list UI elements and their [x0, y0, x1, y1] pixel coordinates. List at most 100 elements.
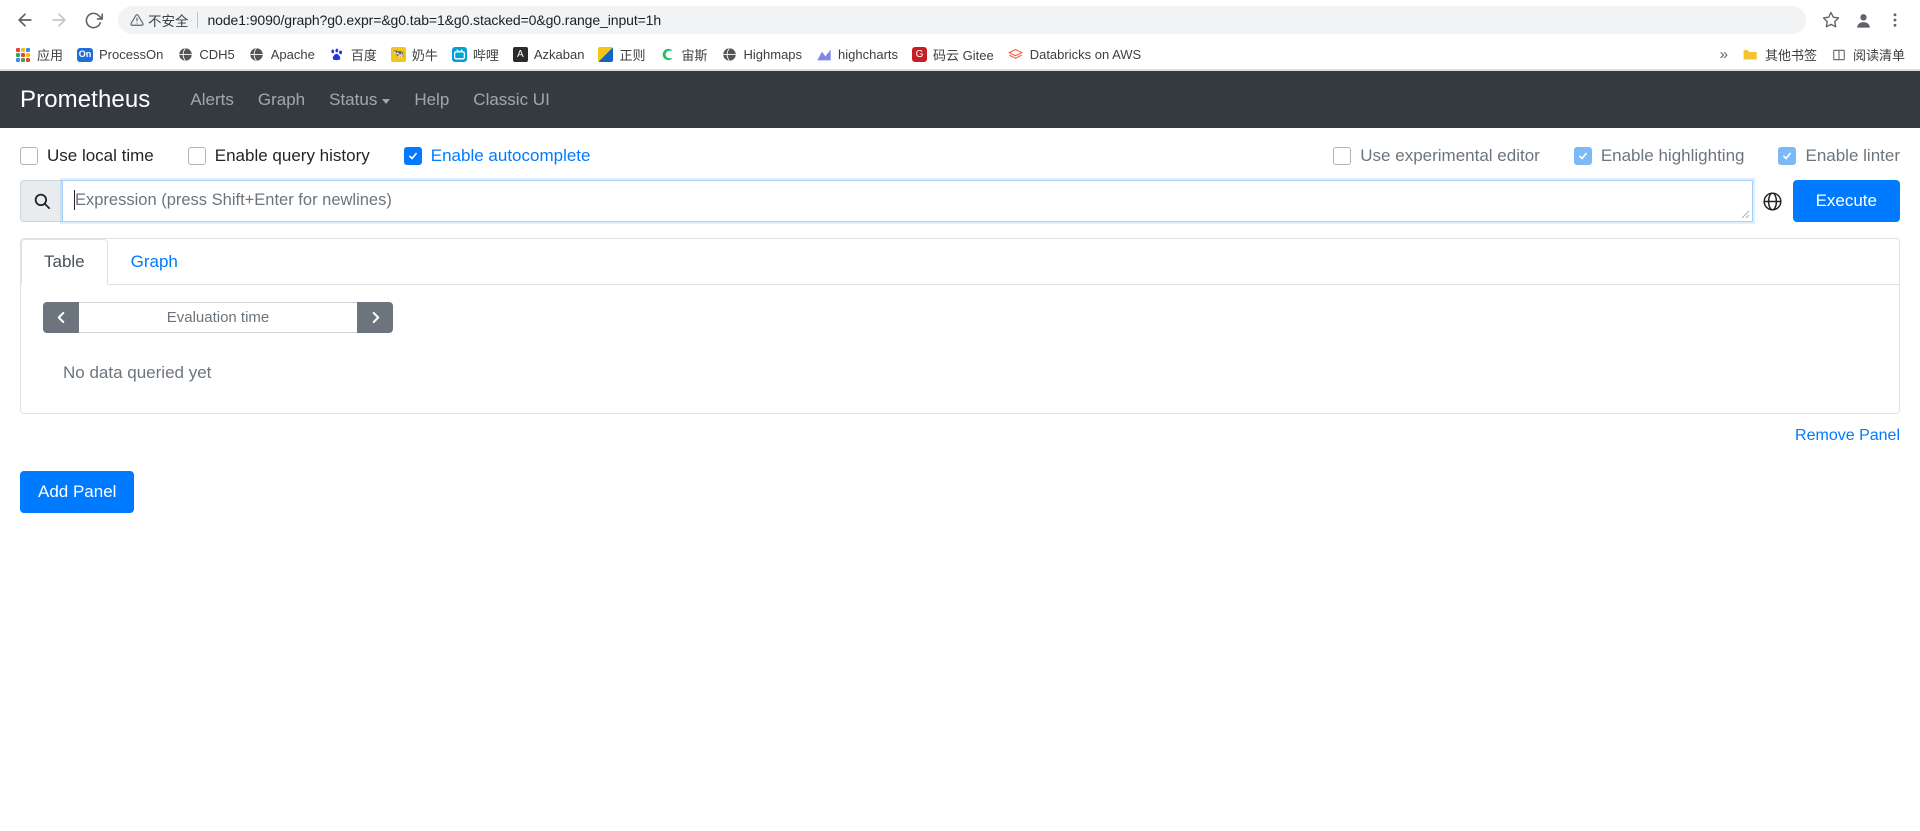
bookmark-processon[interactable]: On ProcessOn	[70, 44, 170, 65]
bookmark-highmaps[interactable]: Highmaps	[715, 44, 810, 66]
checkbox-enable-autocomplete[interactable]	[403, 147, 422, 165]
bookmark-niuniu[interactable]: 🐄 奶牛	[384, 42, 445, 67]
back-button[interactable]	[10, 5, 40, 35]
bookmark-label: 其他书签	[1764, 48, 1817, 63]
reload-button[interactable]	[78, 5, 108, 35]
omnibox-divider	[196, 12, 198, 28]
address-bar[interactable]: 不安全 node1:9090/graph?g0.expr=&g0.tab=1&g…	[118, 6, 1806, 34]
bookmark-cdh5[interactable]: CDH5	[170, 44, 241, 66]
nav-label: Help	[414, 89, 450, 109]
bookmark-reading-list[interactable]: 阅读清单	[1824, 42, 1912, 67]
bookmark-bilibili[interactable]: 哔哩	[445, 42, 506, 67]
checkbox-enable-linter[interactable]	[1778, 147, 1797, 165]
option-label: Use experimental editor	[1360, 146, 1540, 165]
option-enable-highlighting[interactable]: Enable highlighting	[1573, 146, 1744, 166]
bookmark-other-bookmarks[interactable]: 其他书签	[1736, 42, 1824, 67]
expression-input[interactable]: Expression (press Shift+Enter for newlin…	[62, 180, 1753, 222]
execute-button[interactable]: Execute	[1792, 180, 1900, 222]
nav-label: Status	[329, 89, 378, 109]
bookmark-apache[interactable]: Apache	[242, 44, 322, 66]
query-options-right-group: Use experimental editor Enable highlight…	[1333, 146, 1900, 166]
globe-icon	[722, 47, 738, 63]
three-dot-menu-icon	[1893, 13, 1897, 27]
query-panel: Table Graph Evaluation time No data quer…	[20, 238, 1900, 414]
bookmark-baidu[interactable]: 百度	[322, 42, 384, 67]
bookmark-regex[interactable]: 正则	[591, 42, 652, 67]
checkbox-use-experimental-editor[interactable]	[1333, 147, 1352, 165]
option-label: Enable query history	[214, 146, 370, 165]
bookmark-label: CDH5	[199, 47, 235, 62]
bookmark-apps[interactable]: 应用	[8, 42, 70, 67]
page-content: Use local time Enable query history Enab…	[0, 128, 1920, 513]
bookmark-label: Azkaban	[533, 47, 585, 62]
panel-body: Evaluation time No data queried yet	[21, 284, 1899, 413]
back-arrow-icon	[18, 13, 32, 27]
option-enable-linter[interactable]: Enable linter	[1778, 146, 1900, 166]
checkbox-enable-highlighting[interactable]	[1573, 147, 1592, 165]
bookmark-label: Apache	[270, 47, 315, 62]
forward-button[interactable]	[44, 5, 74, 35]
nav-alerts[interactable]: Alerts	[178, 84, 245, 116]
chevron-right-icon	[372, 311, 379, 324]
option-use-local-time[interactable]: Use local time	[20, 146, 154, 166]
browser-menu-button[interactable]	[1880, 5, 1910, 35]
prometheus-brand[interactable]: Prometheus	[20, 86, 150, 114]
option-use-experimental-editor[interactable]: Use experimental editor	[1333, 146, 1540, 166]
omnibox-toolbar: 不安全 node1:9090/graph?g0.expr=&g0.tab=1&g…	[0, 0, 1920, 40]
bookmark-label: 正则	[619, 48, 646, 63]
evaluation-time-next-button[interactable]	[357, 302, 393, 333]
bookmarks-right-group: 其他书签 阅读清单	[1736, 42, 1912, 67]
add-panel-button[interactable]: Add Panel	[20, 471, 135, 513]
globe-icon	[249, 47, 265, 63]
expression-placeholder: Expression (press Shift+Enter for newlin…	[75, 191, 392, 209]
remove-panel-link[interactable]: Remove Panel	[1795, 427, 1900, 445]
not-secure-warning-icon	[130, 13, 144, 27]
nav-label: Classic UI	[473, 89, 550, 109]
bookmarks-overflow-button[interactable]: »	[1712, 44, 1736, 65]
evaluation-time-input[interactable]: Evaluation time	[79, 302, 357, 333]
azkaban-icon: A	[512, 47, 528, 62]
expression-input-group: Expression (press Shift+Enter for newlin…	[20, 180, 1900, 222]
checkbox-enable-query-history[interactable]	[187, 147, 206, 165]
bookmark-zeus[interactable]: 宙斯	[652, 42, 714, 67]
profile-button[interactable]	[1848, 5, 1878, 35]
nav-label: Graph	[257, 89, 306, 109]
search-magnifier-icon	[34, 193, 50, 210]
bookmark-gitee[interactable]: G 码云 Gitee	[905, 42, 1001, 67]
folder-icon	[1743, 47, 1759, 63]
bookmark-star-icon	[1822, 11, 1840, 28]
nav-status[interactable]: Status	[317, 84, 402, 116]
option-enable-query-history[interactable]: Enable query history	[187, 146, 370, 166]
checkbox-use-local-time[interactable]	[20, 147, 38, 165]
metrics-explorer-globe-icon	[1763, 191, 1782, 211]
nav-help[interactable]: Help	[402, 84, 461, 116]
bookmark-azkaban[interactable]: A Azkaban	[506, 44, 592, 65]
bookmark-label: 应用	[37, 48, 64, 63]
bookmark-highcharts[interactable]: highcharts	[809, 44, 905, 66]
query-options-row: Use local time Enable query history Enab…	[20, 128, 1900, 180]
nav-classic-ui[interactable]: Classic UI	[461, 84, 562, 116]
reload-icon	[85, 12, 103, 28]
evaluation-time-prev-button[interactable]	[43, 302, 79, 333]
search-button[interactable]	[20, 180, 62, 222]
gitee-icon: G	[912, 47, 928, 62]
bookmarks-bar: 应用 On ProcessOn CDH5 Apache 百度 🐄 奶牛 哔哩 A…	[0, 40, 1920, 70]
regex-icon	[598, 47, 614, 62]
processon-icon: On	[77, 47, 94, 62]
nav-label: Alerts	[190, 89, 234, 109]
bookmark-label: 奶牛	[411, 48, 438, 63]
nav-graph[interactable]: Graph	[246, 84, 317, 116]
add-panel-row: Add Panel	[20, 445, 1900, 513]
zeus-icon	[659, 47, 675, 63]
bookmark-databricks[interactable]: Databricks on AWS	[1001, 44, 1149, 66]
bookmark-label: 哔哩	[472, 48, 499, 63]
tab-table[interactable]: Table	[21, 239, 108, 285]
tab-graph[interactable]: Graph	[108, 239, 201, 285]
option-label: Enable autocomplete	[430, 146, 591, 165]
url-text: node1:9090/graph?g0.expr=&g0.tab=1&g0.st…	[207, 12, 662, 28]
resize-handle-icon[interactable]	[1738, 207, 1750, 219]
bookmark-star-button[interactable]	[1816, 5, 1846, 35]
profile-avatar-icon	[1856, 13, 1870, 28]
option-enable-autocomplete[interactable]: Enable autocomplete	[403, 146, 591, 166]
metrics-explorer-button[interactable]	[1753, 180, 1793, 222]
